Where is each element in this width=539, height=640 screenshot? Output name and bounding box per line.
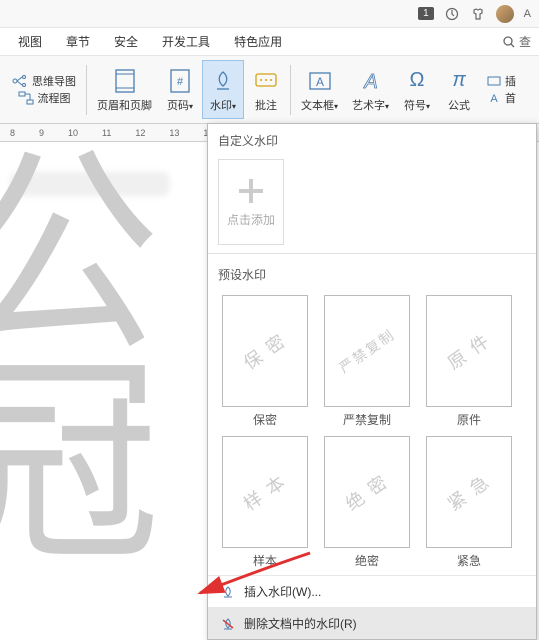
preset-watermark-title: 预设水印 xyxy=(208,258,536,289)
tab-count-badge: 1 xyxy=(418,7,434,20)
search-button[interactable]: 查 xyxy=(502,33,531,50)
preset-item[interactable]: 样 本 样本 xyxy=(222,436,308,569)
custom-watermark-title: 自定义水印 xyxy=(208,124,536,155)
watermark-button[interactable]: 水印▾ xyxy=(202,60,244,119)
textbox-button[interactable]: A 文本框▾ xyxy=(295,60,344,119)
search-label: 查 xyxy=(519,33,531,50)
svg-text:A: A xyxy=(363,71,377,93)
svg-text:A: A xyxy=(490,93,498,104)
preset-item[interactable]: 保 密 保密 xyxy=(222,295,308,428)
page-number-button[interactable]: # 页码▾ xyxy=(160,60,200,119)
watermark-dropdown: 自定义水印 点击添加 预设水印 保 密 保密 严禁复制 严禁复制 原 件 原件 … xyxy=(207,123,537,640)
avatar[interactable] xyxy=(496,5,514,23)
preset-item[interactable]: 原 件 原件 xyxy=(426,295,512,428)
preset-item[interactable]: 紧 急 紧急 xyxy=(426,436,512,569)
misc-group: 插 A首 xyxy=(481,60,522,119)
plus-icon xyxy=(237,177,265,205)
ribbon-tabs: 视图 章节 安全 开发工具 特色应用 查 xyxy=(0,28,539,56)
wordart-button[interactable]: A 艺术字▾ xyxy=(346,60,395,119)
sync-icon[interactable] xyxy=(444,6,460,22)
remove-watermark-menu[interactable]: 删除文档中的水印(R) xyxy=(208,607,536,639)
insert-btn[interactable]: 插 xyxy=(487,73,516,89)
tab-devtools[interactable]: 开发工具 xyxy=(152,29,220,54)
tab-special[interactable]: 特色应用 xyxy=(224,29,292,54)
tab-chapter[interactable]: 章节 xyxy=(56,29,100,54)
add-watermark-label: 点击添加 xyxy=(227,211,275,228)
first-btn[interactable]: A首 xyxy=(487,90,516,106)
insert-watermark-menu[interactable]: 插入水印(W)... xyxy=(208,575,536,607)
preset-grid: 保 密 保密 严禁复制 严禁复制 原 件 原件 样 本 样本 绝 密 绝密 紧 … xyxy=(208,289,536,575)
preset-item[interactable]: 绝 密 绝密 xyxy=(324,436,410,569)
annotation-button[interactable]: 批注 xyxy=(246,60,286,119)
diagram-group: 思维导图 流程图 xyxy=(6,60,82,119)
document-watermark-text: 公冠 xyxy=(0,153,160,571)
skin-icon[interactable] xyxy=(470,6,486,22)
remove-watermark-icon xyxy=(220,616,236,632)
tab-view[interactable]: 视图 xyxy=(8,29,52,54)
preset-item[interactable]: 严禁复制 严禁复制 xyxy=(324,295,410,428)
svg-text:A: A xyxy=(315,75,323,89)
user-letter: A xyxy=(524,8,531,20)
svg-text:#: # xyxy=(177,76,184,88)
tab-security[interactable]: 安全 xyxy=(104,29,148,54)
mindmap-button[interactable]: 思维导图 xyxy=(12,73,76,89)
add-watermark-tile[interactable]: 点击添加 xyxy=(218,159,284,245)
watermark-small-icon xyxy=(220,584,236,600)
formula-button[interactable]: π 公式 xyxy=(439,60,479,119)
ribbon: 思维导图 流程图 页眉和页脚 # 页码▾ 水印▾ 批注 A 文本框▾ A 艺术字… xyxy=(0,56,539,124)
symbol-button[interactable]: Ω 符号▾ xyxy=(397,60,437,119)
titlebar: 1 A xyxy=(0,0,539,28)
flowchart-button[interactable]: 流程图 xyxy=(18,90,71,106)
header-footer-button[interactable]: 页眉和页脚 xyxy=(91,60,158,119)
